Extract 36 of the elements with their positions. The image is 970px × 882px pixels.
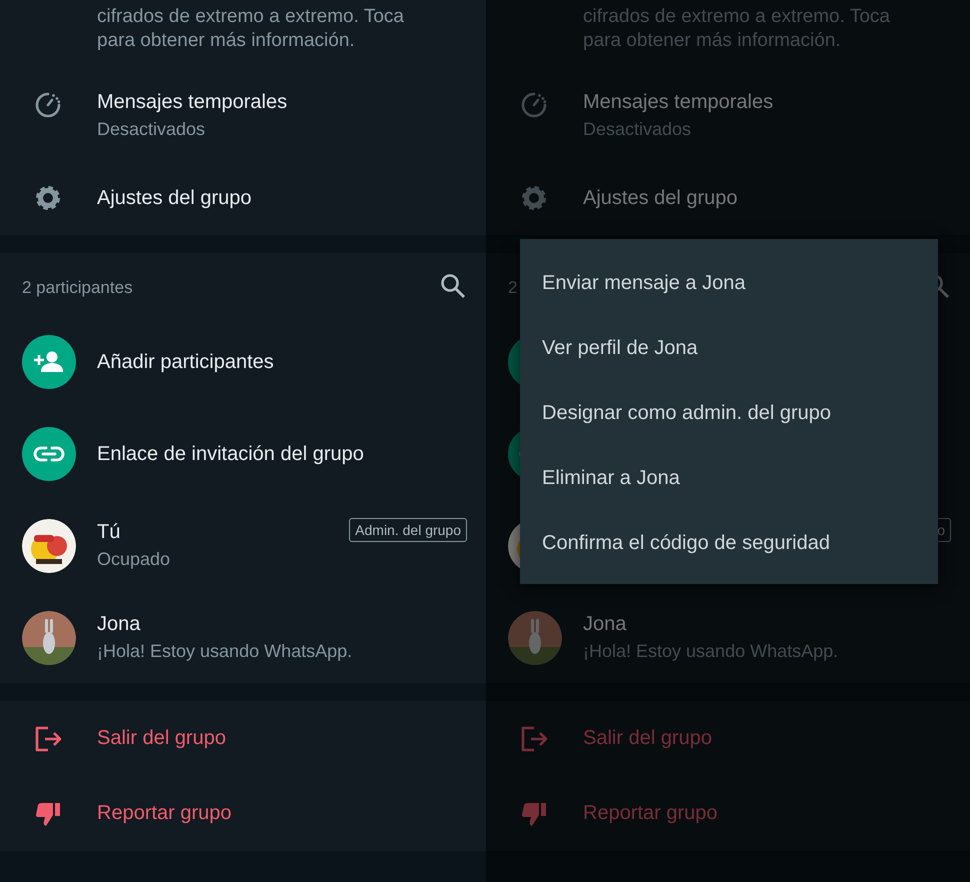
action-label[interactable]: Enlace de invitación del grupo xyxy=(97,441,364,467)
participants-count: 2 participantes xyxy=(22,278,133,298)
thumbs-down-icon xyxy=(520,800,548,826)
setting-value: Desactivados xyxy=(583,118,692,141)
timer-icon xyxy=(520,91,548,119)
contact-name[interactable]: Jona xyxy=(97,611,486,637)
settings-icon xyxy=(520,184,548,212)
danger-action[interactable]: Reportar grupo xyxy=(97,802,232,825)
encryption-note[interactable]: cifrados de extremo a extremo. Toca para obtener más información. xyxy=(0,0,467,53)
action-label[interactable]: Añadir participantes xyxy=(97,349,274,375)
contact-status: ¡Hola! Estoy usando WhatsApp. xyxy=(583,640,840,663)
menu-item[interactable]: Ver perfil de Jona xyxy=(520,316,938,381)
contact-status: Ocupado xyxy=(97,548,172,571)
danger-action[interactable]: Salir del grupo xyxy=(97,727,226,750)
menu-item[interactable]: Confirma el código de seguridad xyxy=(520,511,938,576)
setting-title[interactable]: Mensajes temporales xyxy=(583,89,970,115)
contact-name[interactable]: Tú xyxy=(97,519,350,545)
participants-count: 2 xyxy=(508,278,518,298)
admin-badge: Admin. del grupo xyxy=(349,518,467,542)
exit-icon xyxy=(520,726,548,752)
setting-title[interactable]: Mensajes temporales xyxy=(97,89,486,115)
menu-item[interactable]: Enviar mensaje a Jona xyxy=(520,251,938,316)
menu-item[interactable]: Designar como admin. del grupo xyxy=(520,381,938,446)
search-icon[interactable] xyxy=(440,272,466,298)
menu-item[interactable]: Eliminar a Jona xyxy=(520,446,938,511)
contact-name[interactable]: Jona xyxy=(583,611,970,637)
thumbs-down-icon xyxy=(34,800,62,826)
setting-title[interactable]: Ajustes del grupo xyxy=(97,184,486,210)
setting-value: Desactivados xyxy=(97,118,206,141)
timer-icon xyxy=(34,91,62,119)
exit-icon xyxy=(34,726,62,752)
contact-status: ¡Hola! Estoy usando WhatsApp. xyxy=(97,640,354,663)
setting-title[interactable]: Ajustes del grupo xyxy=(583,184,970,210)
link-icon xyxy=(22,427,76,481)
settings-icon xyxy=(34,184,62,212)
add-person-icon xyxy=(22,335,76,389)
